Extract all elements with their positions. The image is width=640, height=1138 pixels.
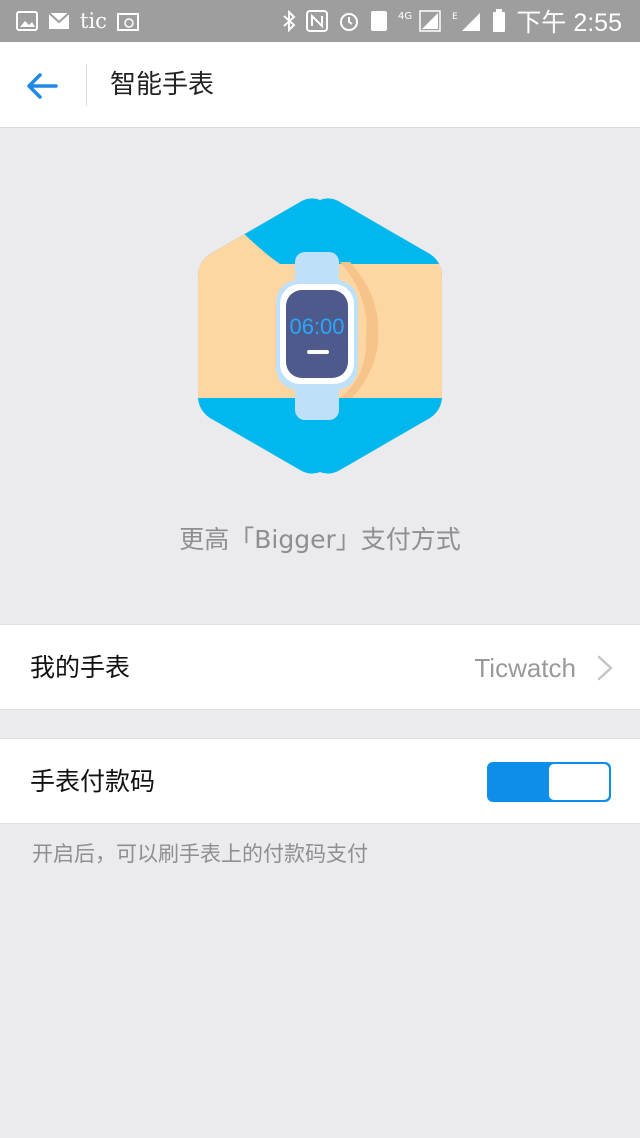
signal-4g-icon: 4G [398, 9, 442, 33]
hero-caption: 更高「Bigger」支付方式 [179, 525, 461, 554]
gallery-icon [16, 11, 38, 31]
bluetooth-icon [282, 10, 296, 32]
my-watch-label: 我的手表 [30, 653, 131, 682]
status-bar: tic 4G E 下午 2:55 [0, 0, 640, 42]
back-button[interactable] [22, 66, 62, 106]
svg-text:E: E [452, 12, 458, 22]
page-title: 智能手表 [110, 70, 215, 100]
header-divider [86, 64, 87, 106]
clock-time: 下午 2:55 [516, 9, 622, 37]
back-arrow-icon [27, 73, 58, 99]
pay-code-label: 手表付款码 [30, 767, 156, 796]
alarm-icon [338, 10, 360, 32]
smartwatch-illustration: 06:00 [198, 198, 442, 474]
sim-badge-icon [370, 10, 388, 32]
my-watch-row[interactable]: 我的手表 Ticwatch [0, 624, 640, 710]
status-bar-left: tic [16, 9, 139, 33]
toggle-knob [549, 764, 609, 800]
signal-icon: E [452, 10, 482, 32]
battery-icon [492, 9, 506, 33]
my-watch-value: Ticwatch [474, 653, 576, 683]
svg-text:4G: 4G [398, 11, 412, 22]
pay-code-hint: 开启后，可以刷手表上的付款码支付 [32, 842, 368, 866]
nfc-icon [306, 10, 329, 32]
carrier-text: tic [80, 9, 107, 33]
hero-section: 06:00 更高「Bigger」支付方式 [0, 128, 640, 624]
pay-code-row: 手表付款码 [0, 738, 640, 824]
chevron-right-icon [597, 655, 613, 681]
status-bar-right: 4G E 下午 2:55 [282, 3, 622, 39]
at-mail-icon [116, 11, 139, 31]
pay-code-toggle[interactable] [487, 762, 611, 802]
mail-icon [48, 12, 70, 30]
watch-time: 06:00 [289, 314, 344, 339]
app-header: 智能手表 [0, 42, 640, 128]
